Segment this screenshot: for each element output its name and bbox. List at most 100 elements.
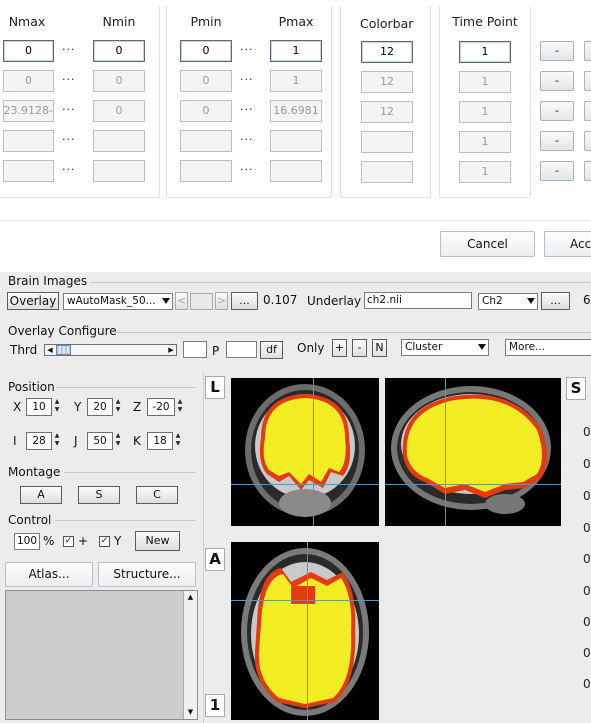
spinner-arrows-icon[interactable]: ▲ ▼ xyxy=(174,432,182,450)
timepoint-field-5[interactable]: 1 xyxy=(459,161,511,183)
montage-coronal-button[interactable]: C xyxy=(136,486,178,504)
pmax-field-4[interactable] xyxy=(270,130,322,152)
colorbar-field-4[interactable] xyxy=(361,131,413,153)
threshold-input[interactable] xyxy=(183,341,207,358)
n-button[interactable]: N xyxy=(372,339,387,357)
coronal-view[interactable] xyxy=(231,378,379,526)
j-spinner[interactable]: 50 ▲ ▼ xyxy=(87,432,121,450)
sagittal-view[interactable] xyxy=(385,378,561,526)
montage-axial-button[interactable]: A xyxy=(20,486,62,504)
underlay-template-select[interactable]: Ch2 xyxy=(478,293,538,310)
next-overlay-button[interactable]: > xyxy=(215,292,228,310)
timepoint-field-2[interactable]: 1 xyxy=(459,71,511,93)
extra-button-1[interactable] xyxy=(584,41,591,61)
scroll-up-icon[interactable]: ▲ xyxy=(184,591,197,604)
x-value[interactable]: 10 xyxy=(26,398,52,416)
remove-button-5[interactable]: - xyxy=(540,161,574,181)
underlay-file-field[interactable]: ch2.nii xyxy=(364,292,472,309)
extra-button-3[interactable] xyxy=(584,101,591,121)
colorbar-field-2[interactable]: 12 xyxy=(361,71,413,93)
overlay-button[interactable]: Overlay xyxy=(7,292,59,310)
accept-button[interactable]: Acc xyxy=(544,231,591,257)
scroll-down-icon[interactable]: ▼ xyxy=(184,706,197,719)
axial-view[interactable] xyxy=(231,542,379,720)
zoom-input[interactable]: 100 xyxy=(14,533,40,550)
y-spinner[interactable]: 20 ▲ ▼ xyxy=(87,398,121,416)
z-value[interactable]: -20 xyxy=(147,398,175,416)
timepoint-field-3[interactable]: 1 xyxy=(459,101,511,123)
anterior-orientation-button[interactable]: A xyxy=(205,548,225,571)
slider-thumb[interactable] xyxy=(56,345,71,355)
only-positive-button[interactable]: + xyxy=(332,339,347,357)
extra-button-4[interactable] xyxy=(584,131,591,151)
overlay-file-select[interactable]: wAutoMask_50... xyxy=(63,293,173,310)
cancel-button[interactable]: Cancel xyxy=(440,231,535,257)
nmax-field-1[interactable]: 0 xyxy=(3,40,54,62)
spinner-arrows-icon[interactable]: ▲ ▼ xyxy=(176,398,184,416)
nmin-field-3[interactable]: 0 xyxy=(93,100,145,122)
k-spinner[interactable]: 18 ▲ ▼ xyxy=(147,432,181,450)
superior-orientation-button[interactable]: S xyxy=(566,377,586,400)
slider-right-arrow-icon[interactable]: ▶ xyxy=(166,345,176,355)
pmin-field-5[interactable] xyxy=(180,160,232,182)
spinner-arrows-icon[interactable]: ▲ ▼ xyxy=(53,398,61,416)
left-orientation-button[interactable]: L xyxy=(205,376,225,399)
prev-overlay-button[interactable]: < xyxy=(175,292,188,310)
p-value-input[interactable] xyxy=(226,341,257,358)
structure-button[interactable]: Structure... xyxy=(98,562,196,587)
spinner-arrows-icon[interactable]: ▲ ▼ xyxy=(53,432,61,450)
montage-sagittal-button[interactable]: S xyxy=(78,486,120,504)
pmin-field-4[interactable] xyxy=(180,130,232,152)
nmin-field-1[interactable]: 0 xyxy=(93,40,145,62)
z-spinner[interactable]: -20 ▲ ▼ xyxy=(147,398,183,416)
nmin-field-2[interactable]: 0 xyxy=(93,70,145,92)
info-list[interactable]: ▲ ▼ xyxy=(5,590,198,720)
crosshair-checkbox[interactable]: ✓ xyxy=(63,536,74,547)
threshold-slider[interactable]: ◀ ▶ xyxy=(44,344,177,356)
colorbar-field-1[interactable]: 12 xyxy=(361,41,413,63)
overlay-browse-button[interactable]: ... xyxy=(231,292,258,310)
slider-left-arrow-icon[interactable]: ◀ xyxy=(45,345,55,355)
slice-number-button[interactable]: 1 xyxy=(205,694,225,717)
extra-button-5[interactable] xyxy=(584,161,591,181)
nmax-field-4[interactable] xyxy=(3,130,54,152)
remove-button-1[interactable]: - xyxy=(540,41,574,61)
underlay-browse-button[interactable]: ... xyxy=(541,292,570,310)
y-value[interactable]: 20 xyxy=(87,398,113,416)
colorbar-field-3[interactable]: 12 xyxy=(361,101,413,123)
new-window-button[interactable]: New xyxy=(135,531,180,551)
pmax-field-2[interactable]: 1 xyxy=(270,70,322,92)
remove-button-2[interactable]: - xyxy=(540,71,574,91)
list-scrollbar[interactable]: ▲ ▼ xyxy=(183,591,197,719)
pmax-field-5[interactable] xyxy=(270,160,322,182)
pmin-field-1[interactable]: 0 xyxy=(180,40,232,62)
i-value[interactable]: 28 xyxy=(26,432,52,450)
remove-button-4[interactable]: - xyxy=(540,131,574,151)
more-select[interactable]: More... xyxy=(505,339,591,356)
pmax-field-1[interactable]: 1 xyxy=(270,40,322,62)
df-button[interactable]: df xyxy=(260,341,283,359)
nmax-field-2[interactable]: 0 xyxy=(3,70,54,92)
pmin-field-2[interactable]: 0 xyxy=(180,70,232,92)
i-spinner[interactable]: 28 ▲ ▼ xyxy=(26,432,60,450)
timepoint-field-1[interactable]: 1 xyxy=(459,41,511,63)
extra-button-2[interactable] xyxy=(584,71,591,91)
spinner-arrows-icon[interactable]: ▲ ▼ xyxy=(114,398,122,416)
nmax-field-5[interactable] xyxy=(3,160,54,182)
j-value[interactable]: 50 xyxy=(87,432,113,450)
colorbar-field-5[interactable] xyxy=(361,161,413,183)
yoke-checkbox[interactable]: ✓ xyxy=(99,536,110,547)
overlay-index-field[interactable] xyxy=(190,293,213,310)
remove-button-3[interactable]: - xyxy=(540,101,574,121)
pmin-field-3[interactable]: 0 xyxy=(180,100,232,122)
x-spinner[interactable]: 10 ▲ ▼ xyxy=(26,398,60,416)
only-negative-button[interactable]: - xyxy=(352,339,367,357)
cluster-select[interactable]: Cluster xyxy=(401,339,489,356)
atlas-button[interactable]: Atlas... xyxy=(5,562,93,587)
nmin-field-5[interactable] xyxy=(93,160,145,182)
k-value[interactable]: 18 xyxy=(147,432,173,450)
pmax-field-3[interactable]: 16.6981 xyxy=(270,100,322,122)
nmin-field-4[interactable] xyxy=(93,130,145,152)
spinner-arrows-icon[interactable]: ▲ ▼ xyxy=(114,432,122,450)
timepoint-field-4[interactable]: 1 xyxy=(459,131,511,153)
